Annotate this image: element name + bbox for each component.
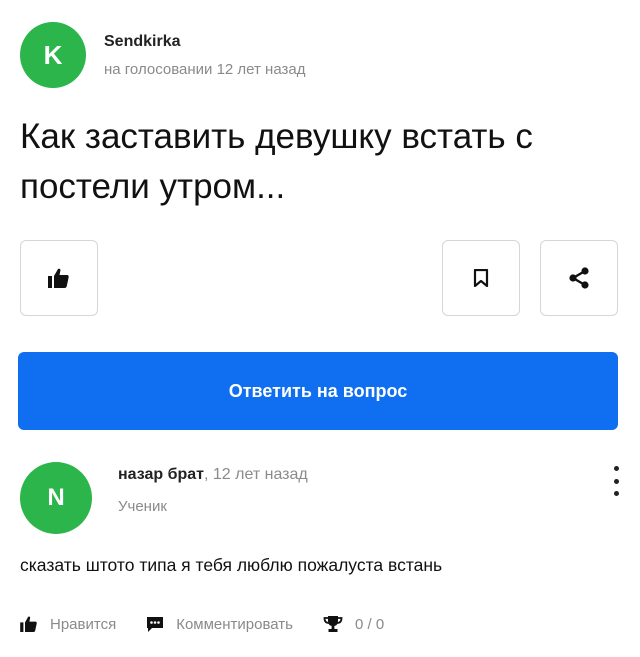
question-author[interactable]: Sendkirka (104, 33, 306, 51)
answer-header: N назар брат, 12 лет назад Ученик (20, 462, 308, 534)
comment-icon (147, 616, 164, 632)
bookmark-button[interactable] (442, 240, 520, 316)
author-avatar[interactable]: K (20, 22, 86, 88)
answer-actions: Нравится Комментировать 0 / 0 (20, 612, 414, 636)
answer-like-label: Нравится (50, 615, 117, 633)
share-button[interactable] (540, 240, 618, 316)
answer-author-role: Ученик (118, 498, 167, 515)
thumbs-up-icon (20, 616, 37, 632)
question-title: Как заставить девушку встать с постели у… (20, 117, 533, 206)
answer-author[interactable]: назар брат (118, 466, 204, 483)
like-button[interactable] (20, 240, 98, 316)
question-meta: Sendkirka на голосовании 12 лет назад (104, 33, 306, 78)
more-options-icon[interactable] (608, 466, 624, 496)
answer-comment-button[interactable]: Комментировать (146, 616, 293, 633)
answer-author-avatar[interactable]: N (20, 462, 92, 534)
answer-award-count: 0 / 0 (354, 615, 385, 633)
answer-like-button[interactable]: Нравится (20, 616, 116, 633)
share-icon (569, 267, 589, 289)
answer-award-button[interactable]: 0 / 0 (323, 615, 384, 633)
answer-time: , 12 лет назад (204, 466, 308, 483)
question-subtitle: на голосовании 12 лет назад (104, 60, 306, 78)
answer-author-line: назар брат, 12 лет назад (118, 466, 308, 484)
answer-text: сказать штото типа я тебя люблю пожалуст… (20, 555, 443, 575)
answer-question-button[interactable]: Ответить на вопрос (18, 352, 618, 430)
answer-meta: назар брат, 12 лет назад Ученик (118, 466, 308, 515)
question-header: K Sendkirka на голосовании 12 лет назад (20, 22, 306, 88)
trophy-icon (323, 616, 343, 632)
question-page: K Sendkirka на голосовании 12 лет назад … (0, 0, 640, 657)
bookmark-icon (473, 269, 489, 287)
thumbs-up-icon (48, 268, 69, 288)
answer-comment-label: Комментировать (176, 615, 293, 633)
